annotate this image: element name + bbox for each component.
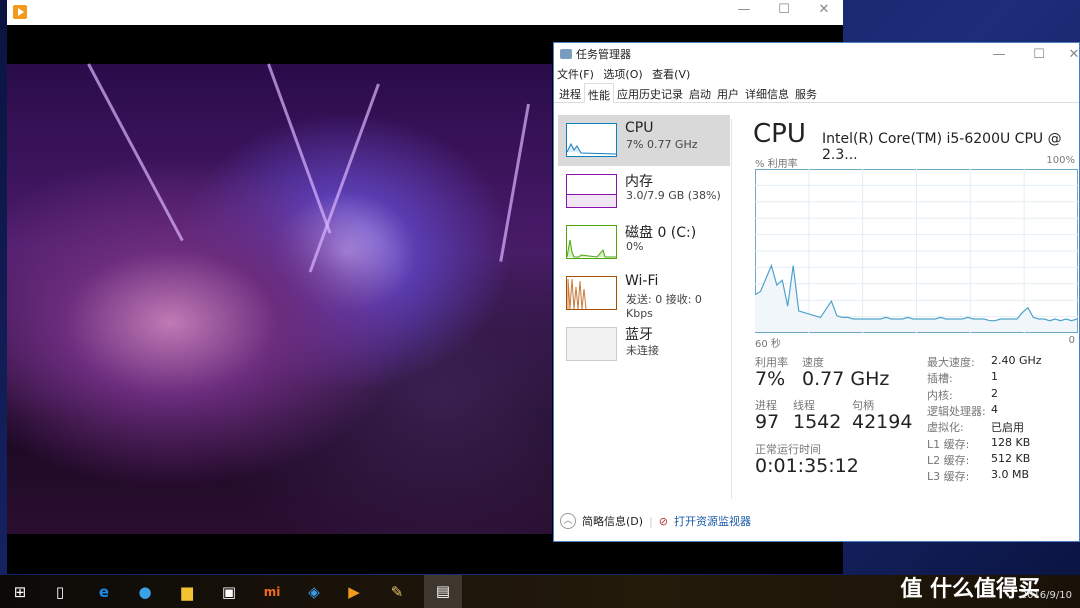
sidebar-item-wifi[interactable]: Wi-Fi 发送: 0 接收: 0 Kbps xyxy=(558,268,730,320)
mi-icon[interactable]: mi xyxy=(262,582,282,602)
player-titlebar[interactable]: — ☐ ✕ xyxy=(7,0,843,25)
spec-key: L3 缓存: xyxy=(927,470,970,484)
maximize-button[interactable]: ☐ xyxy=(1024,43,1054,67)
tab-services[interactable]: 服务 xyxy=(792,83,820,103)
menu-file[interactable]: 文件(F) xyxy=(557,68,594,81)
window-title: 任务管理器 xyxy=(576,48,631,61)
windows-start-icon[interactable]: ⊞ xyxy=(10,582,30,602)
resource-monitor-icon: ⊘ xyxy=(658,514,668,528)
handle-value: 42194 xyxy=(852,411,913,433)
sidebar-item-memory[interactable]: 内存 3.0/7.9 GB (38%) xyxy=(558,166,730,217)
sidebar-item-sub: 未连接 xyxy=(626,344,659,357)
close-button[interactable]: ✕ xyxy=(1059,43,1080,67)
tab-users[interactable]: 用户 xyxy=(714,83,742,103)
sidebar-item-name: 蓝牙 xyxy=(625,327,653,343)
spec-value: 512 KB xyxy=(991,451,1031,465)
thread-value: 1542 xyxy=(793,411,842,433)
footer: ︿ 简略信息(D) | ⊘ 打开资源监视器 xyxy=(560,513,751,529)
spec-value: 已启用 xyxy=(991,421,1024,435)
spec-value: 3.0 MB xyxy=(991,468,1030,482)
spec-key: L1 缓存: xyxy=(927,437,970,451)
page-title: CPU xyxy=(753,119,806,149)
video-frame[interactable] xyxy=(7,63,552,534)
media-player-icon xyxy=(13,5,27,19)
sogou-browser-icon[interactable]: ● xyxy=(135,582,155,602)
proc-value: 97 xyxy=(755,411,780,433)
spec-key: 虚拟化: xyxy=(927,421,964,435)
fewer-details-button[interactable]: 简略信息(D) xyxy=(582,513,643,529)
util-value: 7% xyxy=(755,368,786,390)
bluetooth-thumbnail-graph xyxy=(566,327,617,361)
sidebar-item-name: Wi-Fi xyxy=(625,273,659,289)
sidebar-item-name: 磁盘 0 (C:) xyxy=(625,225,697,241)
graph-xleft: 60 秒 xyxy=(755,339,781,350)
cloud-drive-icon[interactable]: ◈ xyxy=(304,582,324,602)
taskbar: ⊞ ▯ e ● ▆ ▣ mi ◈ ▶ ✎ ▤ 值 什么值得买 2016/9/10 xyxy=(0,575,1080,608)
menu-view[interactable]: 查看(V) xyxy=(652,68,690,81)
sidebar-item-name: 内存 xyxy=(625,174,653,190)
spec-key: L2 缓存: xyxy=(927,453,970,467)
watermark-logo: 值 什么值得买 xyxy=(900,577,1040,602)
tab-performance[interactable]: 性能 xyxy=(584,83,614,103)
titlebar[interactable]: 任务管理器 — ☐ ✕ xyxy=(554,43,1079,67)
sidebar-item-disk[interactable]: 磁盘 0 (C:) 0% xyxy=(558,217,730,268)
task-view-icon[interactable]: ▯ xyxy=(50,582,70,602)
graph-ylabel: % 利用率 xyxy=(755,159,798,170)
sidebar-item-sub: 发送: 0 接收: 0 Kbps xyxy=(626,293,702,320)
task-manager-icon xyxy=(560,49,572,59)
disk-thumbnail-graph xyxy=(566,225,617,259)
clock-date[interactable]: 2016/9/10 xyxy=(1021,590,1072,601)
tab-startup[interactable]: 启动 xyxy=(686,83,714,103)
spec-value: 1 xyxy=(991,370,998,384)
graph-xright: 0 xyxy=(1068,335,1075,346)
tab-processes[interactable]: 进程 xyxy=(556,83,584,103)
sidebar-item-sub: 3.0/7.9 GB (38%) xyxy=(626,189,721,202)
minimize-button[interactable]: — xyxy=(984,43,1014,67)
tab-bar: 进程 性能 应用历史记录 启动 用户 详细信息 服务 xyxy=(554,83,1079,103)
spec-value: 2 xyxy=(991,386,998,400)
menu-options[interactable]: 选项(O) xyxy=(603,68,642,81)
spec-value: 128 KB xyxy=(991,435,1031,449)
tab-details[interactable]: 详细信息 xyxy=(742,83,792,103)
sidebar-item-sub: 7% 0.77 GHz xyxy=(626,138,698,151)
open-resource-monitor-link[interactable]: 打开资源监视器 xyxy=(674,513,751,529)
cpu-thumbnail-graph xyxy=(566,123,617,157)
wifi-thumbnail-graph xyxy=(566,276,617,310)
spec-value: 2.40 GHz xyxy=(991,354,1042,367)
resource-list: CPU 7% 0.77 GHz 内存 3.0/7.9 GB (38%) 磁盘 0 (… xyxy=(558,115,730,370)
cpu-model: Intel(R) Core(TM) i5-6200U CPU @ 2.3... xyxy=(822,131,1062,163)
task-manager-window[interactable]: 任务管理器 — ☐ ✕ 文件(F) 选项(O) 查看(V) 进程 性能 应用历史… xyxy=(553,42,1080,542)
maximize-button[interactable]: ☐ xyxy=(769,2,799,17)
sidebar-item-bluetooth[interactable]: 蓝牙 未连接 xyxy=(558,319,730,370)
edge-browser-icon[interactable]: e xyxy=(94,582,114,602)
uptime-value: 0:01:35:12 xyxy=(755,455,859,477)
speed-value: 0.77 GHz xyxy=(802,368,890,390)
file-explorer-icon[interactable]: ▆ xyxy=(177,582,197,602)
sidebar-item-name: CPU xyxy=(625,120,654,136)
pane-divider[interactable] xyxy=(731,119,732,499)
sidebar-item-sub: 0% xyxy=(626,240,644,253)
paint-icon[interactable]: ✎ xyxy=(387,582,407,602)
tab-app-history[interactable]: 应用历史记录 xyxy=(614,83,686,103)
store-icon[interactable]: ▣ xyxy=(219,582,239,602)
memory-thumbnail-graph xyxy=(566,174,617,208)
menu-bar: 文件(F) 选项(O) 查看(V) xyxy=(554,67,1079,83)
spec-key: 最大速度: xyxy=(927,356,975,369)
minimize-button[interactable]: — xyxy=(729,2,759,17)
spec-key: 逻辑处理器: xyxy=(927,404,986,418)
spec-value: 4 xyxy=(991,402,998,416)
graph-ymax: 100% xyxy=(1046,155,1075,166)
task-manager-taskbar-icon[interactable]: ▤ xyxy=(424,575,462,608)
cpu-utilization-graph xyxy=(755,169,1078,333)
close-button[interactable]: ✕ xyxy=(809,2,839,17)
media-player-icon[interactable]: ▶ xyxy=(344,582,364,602)
spec-key: 内核: xyxy=(927,388,953,402)
chevron-up-icon[interactable]: ︿ xyxy=(560,513,576,529)
sidebar-item-cpu[interactable]: CPU 7% 0.77 GHz xyxy=(558,115,730,166)
spec-key: 插槽: xyxy=(927,372,953,386)
